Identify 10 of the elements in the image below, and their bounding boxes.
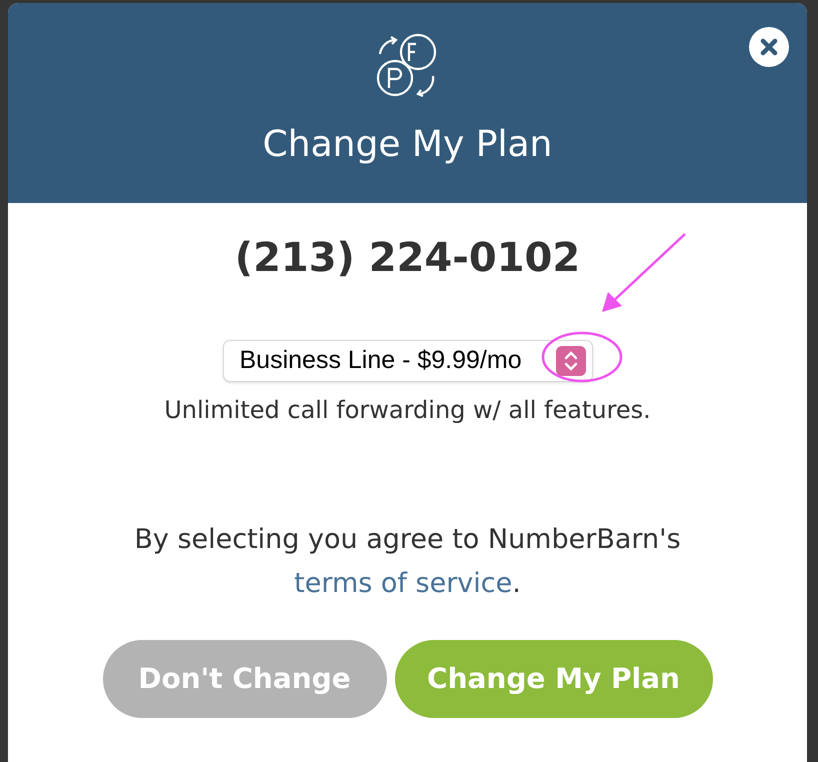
plan-select[interactable]: Business Line - $9.99/mo — [222, 340, 592, 382]
plan-select-value: Business Line - $9.99/mo — [240, 345, 523, 376]
agreement-text: By selecting you agree to NumberBarn's terms of service. — [133, 523, 682, 601]
plan-description: Unlimited call forwarding w/ all features. — [164, 395, 651, 426]
dialog-title: Change My Plan — [262, 123, 552, 167]
phone-number: (213) 224-0102 — [234, 234, 580, 283]
close-button[interactable] — [749, 27, 789, 67]
terms-link[interactable]: terms of service — [294, 568, 512, 599]
chevron-up-down-icon — [556, 346, 586, 376]
close-icon — [759, 37, 779, 57]
